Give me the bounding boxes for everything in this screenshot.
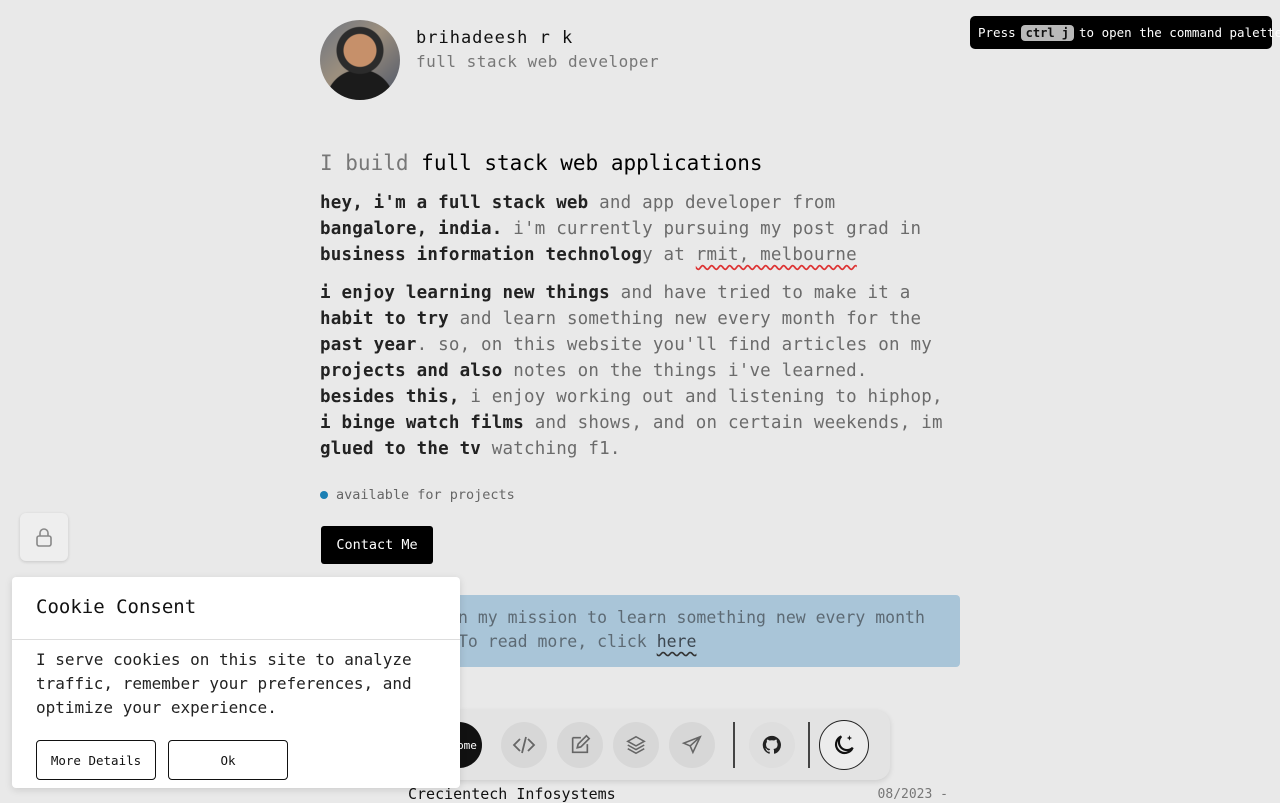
lock-icon <box>36 528 52 547</box>
edit-icon <box>571 734 591 754</box>
university-link[interactable]: rmit, melbourne <box>696 245 857 265</box>
profile-header: brihadeesh r k full stack web developer <box>320 20 659 100</box>
dock-layers-button[interactable] <box>613 722 659 768</box>
dock-github-button[interactable] <box>749 722 795 768</box>
experience-row: Crecientech Infosystems 08/2023 - <box>408 785 948 803</box>
intro-text: i enjoy learning new things <box>320 283 610 303</box>
mission-line-2: To read more, click <box>458 632 657 651</box>
contact-me-button[interactable]: Contact Me <box>321 526 433 564</box>
intro-text: y at <box>642 245 696 265</box>
intro-text: watching f1. <box>481 439 621 459</box>
intro-text: and shows, and on certain weekends, im <box>523 413 943 433</box>
layers-icon <box>626 735 646 755</box>
github-icon <box>762 735 781 754</box>
dock-divider <box>733 722 735 768</box>
privacy-lock-button[interactable] <box>20 513 68 561</box>
profile-name: brihadeesh r k <box>416 28 574 48</box>
dock-code-button[interactable] <box>501 722 547 768</box>
headline: I build full stack web applications <box>320 151 763 175</box>
avatar <box>320 20 400 100</box>
send-icon <box>681 735 702 755</box>
intro-text: and app developer from <box>588 193 836 213</box>
intro-text: and learn something new every month for … <box>448 309 922 329</box>
mission-line-1: n my mission to learn something new ever… <box>458 608 925 627</box>
intro-text: projects and also <box>320 361 503 381</box>
code-icon <box>512 736 536 754</box>
intro-text: past year <box>320 335 417 355</box>
ok-button[interactable]: Ok <box>168 740 288 780</box>
more-details-button[interactable]: More Details <box>36 740 156 780</box>
intro-text: habit to try <box>320 309 449 329</box>
availability-status: available for projects <box>320 487 515 503</box>
intro-text: i'm currently pursuing my post grad in <box>502 219 922 239</box>
intro-text: besides this, <box>320 387 460 407</box>
intro-text: notes on the things i've learned. <box>502 361 868 381</box>
profile-role: full stack web developer <box>416 52 660 71</box>
cookie-consent-dialog: Cookie Consent I serve cookies on this s… <box>12 577 460 788</box>
intro-paragraph-1: hey, i'm a full stack web and app develo… <box>320 190 960 268</box>
cookie-title: Cookie Consent <box>36 596 197 618</box>
palette-shortcut-key: ctrl j <box>1020 24 1074 41</box>
dock-edit-button[interactable] <box>557 722 603 768</box>
command-palette-hint: Press ctrl j to open the command palette <box>970 16 1280 49</box>
navigation-dock: ome <box>436 710 890 780</box>
palette-suffix: to open the command palette <box>1079 25 1280 40</box>
theme-toggle-button[interactable] <box>819 720 869 770</box>
intro-text: glued to the tv <box>320 439 482 459</box>
experience-date: 08/2023 - <box>877 787 948 802</box>
intro-text: business information technolog <box>320 245 643 265</box>
intro-text: bangalore, india. <box>320 219 503 239</box>
dock-home-label: ome <box>457 738 477 752</box>
status-dot-icon <box>320 491 328 499</box>
headline-highlight: full stack web applications <box>421 151 763 175</box>
cookie-divider <box>12 639 460 640</box>
moon-icon <box>834 735 854 755</box>
intro-text: i binge watch films <box>320 413 524 433</box>
palette-prefix: Press <box>978 25 1016 40</box>
headline-prefix: I build <box>320 151 409 175</box>
mission-read-more-link[interactable]: here <box>657 632 697 651</box>
intro-text: hey, i'm a full stack web <box>320 193 589 213</box>
dock-divider <box>808 722 810 768</box>
intro-text: . so, on this website you'll find articl… <box>416 335 932 355</box>
intro-paragraph-2: i enjoy learning new things and have tri… <box>320 280 960 462</box>
intro-text: i enjoy working out and listening to hip… <box>459 387 943 407</box>
cookie-message: I serve cookies on this site to analyze … <box>36 650 412 717</box>
dock-send-button[interactable] <box>669 722 715 768</box>
intro-text: and have tried to make it a <box>609 283 911 303</box>
availability-text: available for projects <box>336 487 515 503</box>
